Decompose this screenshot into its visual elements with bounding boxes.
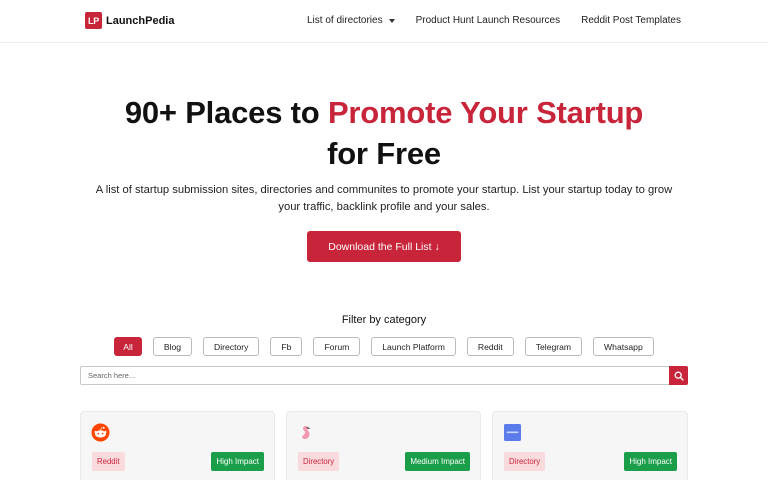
chip-all[interactable]: All	[114, 337, 142, 356]
hero-subtitle: A list of startup submission sites, dire…	[95, 184, 673, 213]
flamingo-logo-icon	[297, 423, 316, 442]
directory-card[interactable]: Reddit High Impact	[80, 411, 275, 480]
impact-badge: Medium Impact	[405, 452, 470, 471]
chip-forum[interactable]: Forum	[313, 337, 361, 356]
search-icon	[674, 371, 684, 381]
hero-title-accent: Promote Your Startup	[327, 95, 644, 130]
blue-square-logo-icon	[503, 423, 522, 442]
search-bar	[80, 366, 688, 385]
nav-item-directories[interactable]: List of directories	[307, 15, 395, 26]
category-tag: Directory	[298, 452, 340, 471]
brand-name: LaunchPedia	[106, 14, 175, 27]
nav-item-label: Product Hunt Launch Resources	[415, 15, 561, 26]
nav-item-label: List of directories	[307, 15, 383, 26]
logo-mark-icon: LP	[85, 12, 102, 29]
chip-fb[interactable]: Fb	[270, 337, 303, 356]
chip-whatsapp[interactable]: Whatsapp	[593, 337, 654, 356]
hero-title: 90+ Places to Promote Your Startup for F…	[0, 92, 768, 174]
impact-badge: High Impact	[211, 452, 264, 471]
download-full-list-button[interactable]: Download the Full List ↓	[307, 231, 461, 262]
chip-telegram[interactable]: Telegram	[524, 337, 583, 356]
category-filter-chips: All Blog Directory Fb Forum Launch Platf…	[0, 337, 768, 356]
chip-directory[interactable]: Directory	[203, 337, 260, 356]
chip-blog[interactable]: Blog	[152, 337, 193, 356]
reddit-logo-icon	[91, 423, 110, 442]
chip-launch-platform[interactable]: Launch Platform	[371, 337, 456, 356]
top-navbar: LP LaunchPedia List of directories Produ…	[0, 0, 768, 43]
brand-logo[interactable]: LP LaunchPedia	[85, 12, 174, 29]
directory-card[interactable]: Directory High Impact	[492, 411, 688, 480]
category-tag: Directory	[504, 452, 546, 471]
impact-badge: High Impact	[624, 452, 677, 471]
search-button[interactable]	[669, 366, 688, 385]
nav-item-reddit-templates[interactable]: Reddit Post Templates	[581, 15, 681, 26]
directory-card[interactable]: Directory Medium Impact	[286, 411, 481, 480]
chip-reddit[interactable]: Reddit	[466, 337, 514, 356]
category-tag: Reddit	[92, 452, 125, 471]
nav-item-product-hunt-resources[interactable]: Product Hunt Launch Resources	[416, 15, 561, 26]
search-input[interactable]	[81, 367, 669, 384]
hero-title-part2: for Free	[327, 136, 441, 171]
nav-links: List of directories Product Hunt Launch …	[307, 15, 681, 26]
filter-label: Filter by category	[341, 314, 427, 326]
hero-title-part1: 90+ Places to	[124, 95, 328, 130]
chevron-down-icon	[388, 18, 395, 23]
nav-item-label: Reddit Post Templates	[581, 15, 681, 26]
